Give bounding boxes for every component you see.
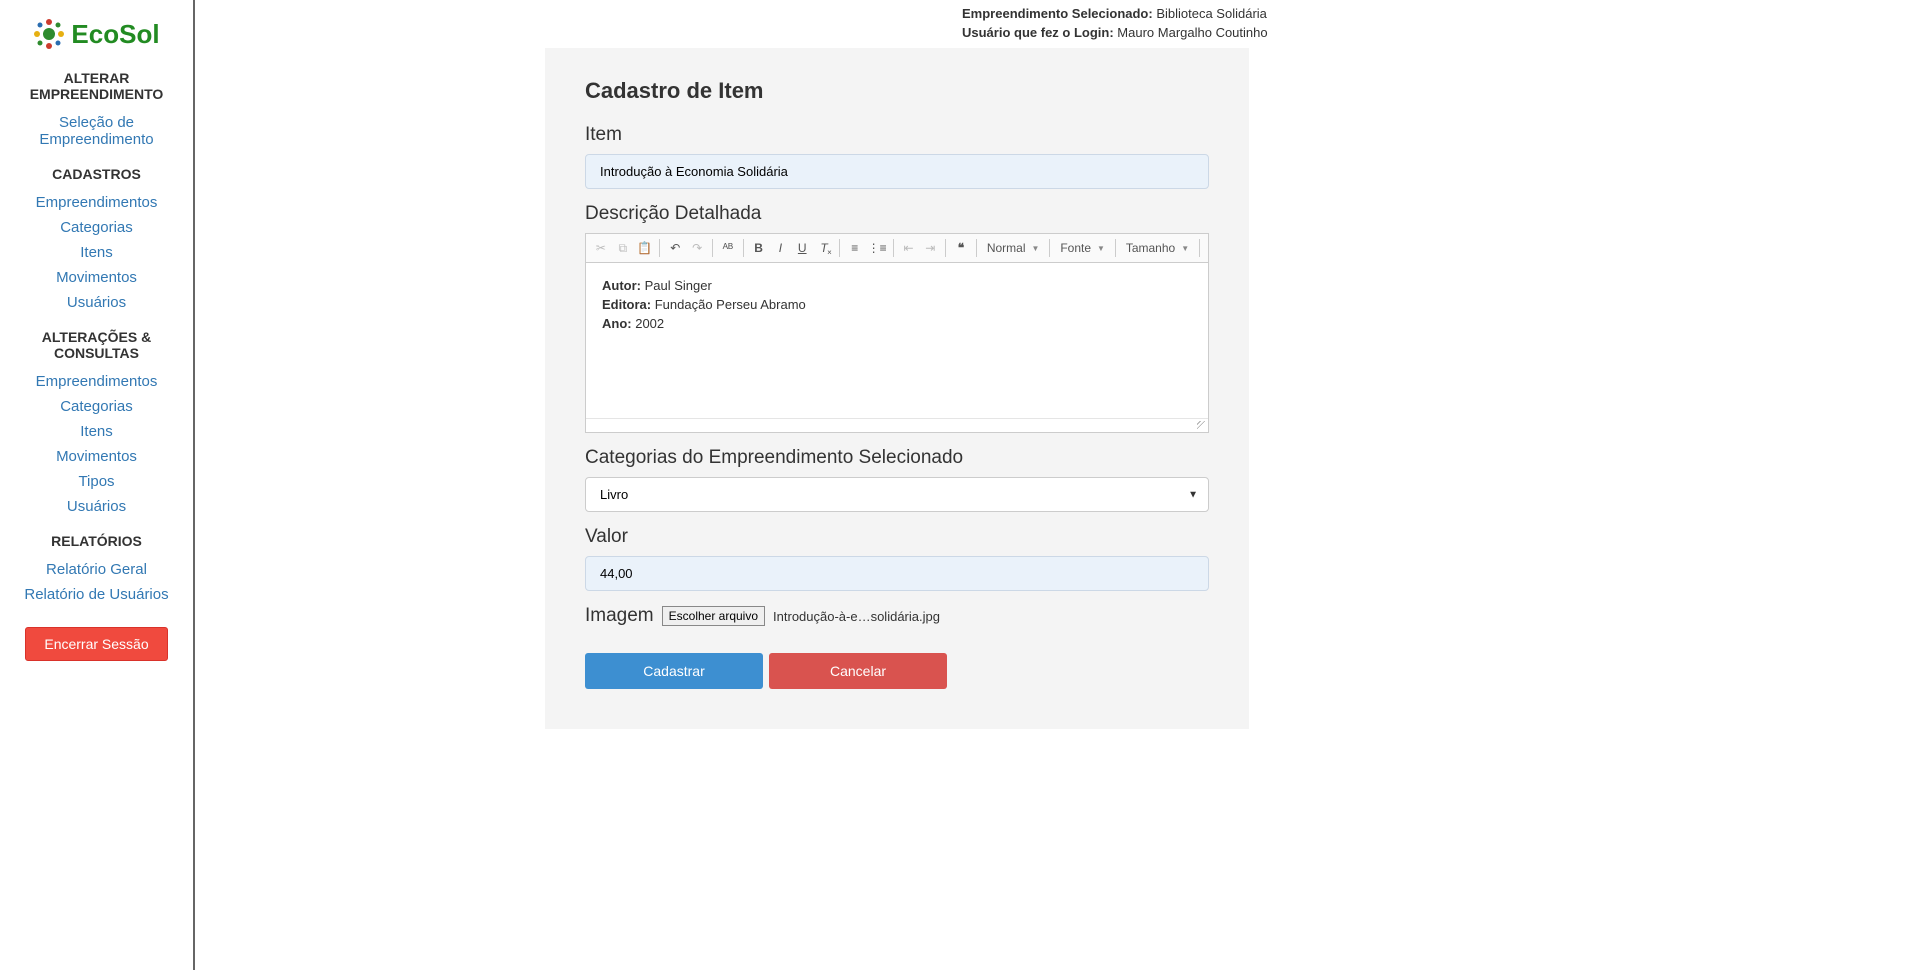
nav-alt-movimentos[interactable]: Movimentos — [0, 444, 193, 469]
toolbar-separator — [743, 239, 744, 257]
choose-file-button[interactable]: Escolher arquivo — [662, 606, 765, 626]
nav-cad-itens[interactable]: Itens — [0, 240, 193, 265]
main: Empreendimento Selecionado: Biblioteca S… — [195, 0, 1920, 970]
nav-cad-usuarios[interactable]: Usuários — [0, 290, 193, 315]
italic-icon[interactable]: I — [771, 238, 789, 258]
categorias-label: Categorias do Empreendimento Selecionado — [585, 447, 1209, 469]
editor-toolbar: ✂ ⧉ 📋 ↶ ↷ ᴬᴮ B I U T× ≡ ⋮≡ — [586, 234, 1208, 263]
nav-alt-categorias[interactable]: Categorias — [0, 394, 193, 419]
empreendimento-label: Empreendimento Selecionado: — [962, 6, 1153, 21]
page-title: Cadastro de Item — [585, 78, 1209, 104]
size-combo-label: Tamanho — [1126, 241, 1175, 255]
nav-alt-itens[interactable]: Itens — [0, 419, 193, 444]
file-name: Introdução-à-e…solidária.jpg — [773, 609, 940, 624]
font-combo-label: Fonte — [1060, 241, 1091, 255]
item-label: Item — [585, 124, 1209, 146]
rich-text-editor: ✂ ⧉ 📋 ↶ ↷ ᴬᴮ B I U T× ≡ ⋮≡ — [585, 233, 1209, 433]
valor-label: Valor — [585, 526, 1209, 548]
logo-text: EcoSol — [71, 19, 159, 50]
redo-icon[interactable]: ↷ — [688, 238, 706, 258]
autor-label: Autor: — [602, 278, 641, 293]
nav-alt-empreendimentos[interactable]: Empreendimentos — [0, 369, 193, 394]
toolbar-separator — [976, 239, 977, 257]
nav-cad-movimentos[interactable]: Movimentos — [0, 265, 193, 290]
font-combo[interactable]: Fonte ▼ — [1056, 241, 1109, 255]
empreendimento-value: Biblioteca Solidária — [1156, 6, 1267, 21]
nav-cad-categorias[interactable]: Categorias — [0, 215, 193, 240]
format-combo[interactable]: Normal ▼ — [983, 241, 1044, 255]
chevron-down-icon: ▼ — [1097, 244, 1105, 253]
nav-alt-tipos[interactable]: Tipos — [0, 469, 193, 494]
toolbar-separator — [659, 239, 660, 257]
underline-icon[interactable]: U — [793, 238, 811, 258]
nav-heading-cadastros: CADASTROS — [0, 166, 193, 182]
valor-input[interactable] — [585, 556, 1209, 591]
nav-cad-empreendimentos[interactable]: Empreendimentos — [0, 190, 193, 215]
editora-value: Fundação Perseu Abramo — [651, 297, 806, 312]
nav-heading-alteracoes: ALTERAÇÕES & CONSULTAS — [0, 329, 193, 361]
editora-label: Editora: — [602, 297, 651, 312]
ano-label: Ano: — [602, 316, 632, 331]
editor-body[interactable]: Autor: Paul Singer Editora: Fundação Per… — [586, 263, 1208, 418]
numbered-list-icon[interactable]: ≡ — [846, 238, 864, 258]
size-combo[interactable]: Tamanho ▼ — [1122, 241, 1193, 255]
toolbar-separator — [893, 239, 894, 257]
usuario-value: Mauro Margalho Coutinho — [1117, 25, 1267, 40]
indent-icon[interactable]: ⇥ — [921, 238, 939, 258]
toolbar-separator — [839, 239, 840, 257]
item-input[interactable] — [585, 154, 1209, 189]
paste-icon[interactable]: 📋 — [636, 238, 654, 258]
undo-icon[interactable]: ↶ — [666, 238, 684, 258]
nav-rel-geral[interactable]: Relatório Geral — [0, 557, 193, 582]
logo: EcoSol — [0, 18, 193, 50]
logo-icon — [33, 18, 65, 50]
blockquote-icon[interactable]: ❝ — [952, 238, 970, 258]
logout-button[interactable]: Encerrar Sessão — [25, 627, 167, 661]
toolbar-separator — [1115, 239, 1116, 257]
format-combo-label: Normal — [987, 241, 1026, 255]
topbar: Empreendimento Selecionado: Biblioteca S… — [195, 0, 1920, 48]
imagem-label: Imagem — [585, 605, 654, 627]
nav-selecao-empreendimento[interactable]: Seleção de Empreendimento — [0, 110, 193, 152]
nav-heading-relatorios: RELATÓRIOS — [0, 533, 193, 549]
autor-value: Paul Singer — [641, 278, 712, 293]
toolbar-separator — [1049, 239, 1050, 257]
usuario-label: Usuário que fez o Login: — [962, 25, 1114, 40]
toolbar-separator — [1199, 239, 1200, 257]
cut-icon[interactable]: ✂ — [592, 238, 610, 258]
remove-format-icon[interactable]: T× — [815, 238, 833, 258]
sidebar: EcoSol ALTERAR EMPREENDIMENTO Seleção de… — [0, 0, 195, 970]
chevron-down-icon: ▼ — [1032, 244, 1040, 253]
bulleted-list-icon[interactable]: ⋮≡ — [868, 238, 887, 258]
chevron-down-icon: ▼ — [1181, 244, 1189, 253]
categorias-select[interactable]: Livro — [586, 478, 1208, 511]
copy-icon[interactable]: ⧉ — [614, 238, 632, 258]
bold-icon[interactable]: B — [750, 238, 768, 258]
form-card: Cadastro de Item Item Descrição Detalhad… — [545, 48, 1249, 729]
categorias-select-wrap: Livro ▼ — [585, 477, 1209, 512]
nav-alt-usuarios[interactable]: Usuários — [0, 494, 193, 519]
toolbar-separator — [945, 239, 946, 257]
descricao-label: Descrição Detalhada — [585, 203, 1209, 225]
outdent-icon[interactable]: ⇤ — [900, 238, 918, 258]
nav-heading-alterar: ALTERAR EMPREENDIMENTO — [0, 70, 193, 102]
resize-handle-icon[interactable] — [586, 418, 1208, 432]
spellcheck-icon[interactable]: ᴬᴮ — [719, 238, 737, 258]
submit-button[interactable]: Cadastrar — [585, 653, 763, 689]
nav-rel-usuarios[interactable]: Relatório de Usuários — [0, 582, 193, 607]
toolbar-separator — [712, 239, 713, 257]
ano-value: 2002 — [632, 316, 665, 331]
cancel-button[interactable]: Cancelar — [769, 653, 947, 689]
